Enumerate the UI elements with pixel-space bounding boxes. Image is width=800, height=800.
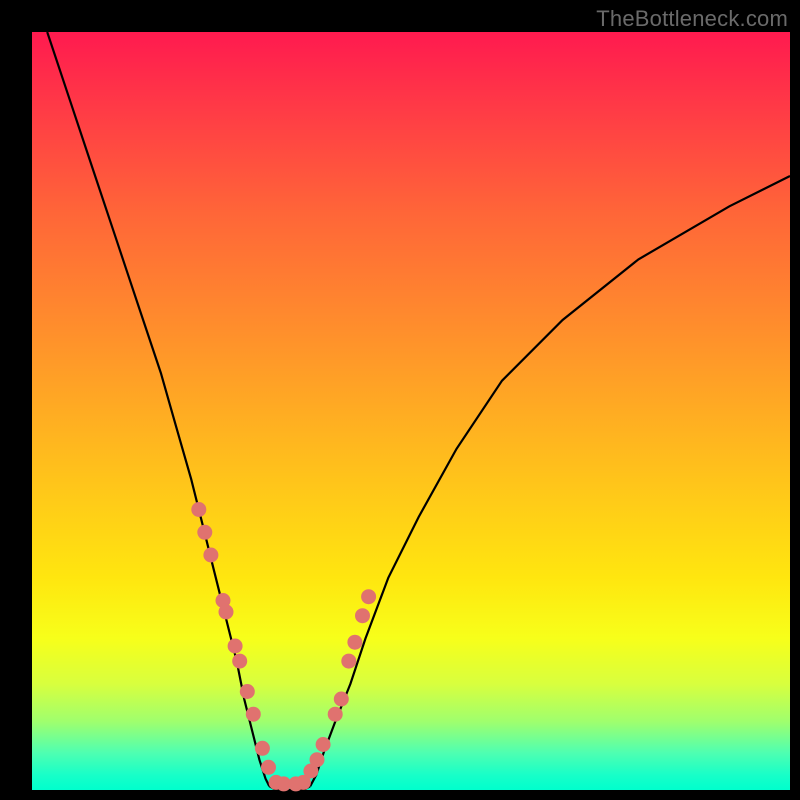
- scatter-dot: [255, 741, 270, 756]
- scatter-dot: [334, 692, 349, 707]
- scatter-dot: [347, 635, 362, 650]
- plot-area: [32, 32, 790, 790]
- curve-right-path: [310, 176, 790, 786]
- scatter-dot: [203, 548, 218, 563]
- scatter-dot: [246, 707, 261, 722]
- scatter-dot: [310, 752, 325, 767]
- scatter-dot: [361, 589, 376, 604]
- scatter-dot: [191, 502, 206, 517]
- scatter-dot: [240, 684, 255, 699]
- scatter-dot: [219, 604, 234, 619]
- scatter-dot: [316, 737, 331, 752]
- scatter-dot: [232, 654, 247, 669]
- scatter-dot: [328, 707, 343, 722]
- scatter-dot: [197, 525, 212, 540]
- scatter-dot: [261, 760, 276, 775]
- chart-svg: [32, 32, 790, 790]
- watermark-text: TheBottleneck.com: [596, 6, 788, 32]
- scatter-dots: [191, 502, 376, 791]
- curve-left-path: [47, 32, 269, 786]
- scatter-dot: [341, 654, 356, 669]
- chart-frame: TheBottleneck.com: [0, 0, 800, 800]
- scatter-dot: [355, 608, 370, 623]
- scatter-dot: [228, 639, 243, 654]
